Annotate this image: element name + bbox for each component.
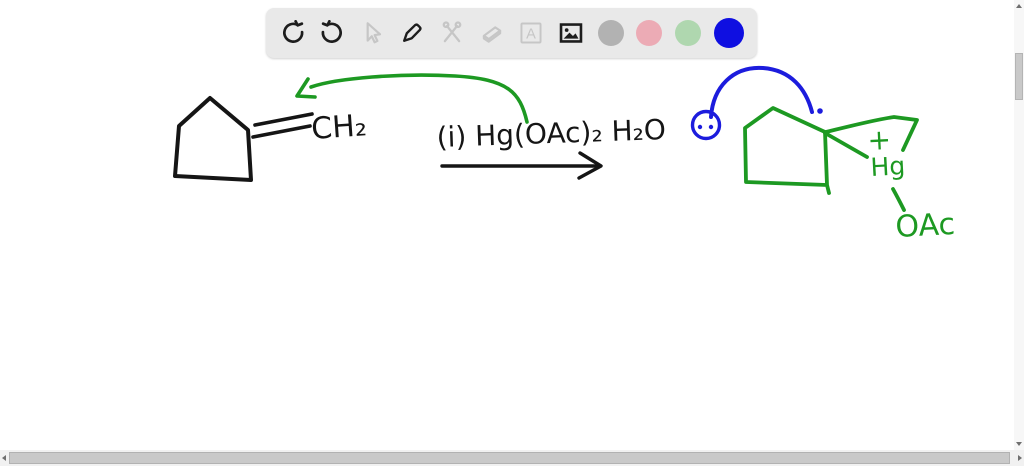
select-cursor-button[interactable] — [359, 20, 386, 47]
color-swatch-green[interactable] — [675, 20, 702, 46]
scroll-left-icon[interactable] — [2, 455, 6, 461]
blue-color-circle — [713, 18, 744, 48]
drawing-toolbar: A — [266, 8, 757, 58]
vertical-scrollbar[interactable] — [1014, 0, 1024, 450]
pen-icon — [402, 23, 422, 42]
eraser-button[interactable] — [478, 20, 505, 47]
insert-image-button[interactable] — [558, 20, 585, 47]
whiteboard-canvas[interactable]: CH₂ (i) Hg(OAc)₂ H₂O + Hg OAc — [0, 0, 1024, 466]
reagent-text: (i) Hg(OAc)₂ H₂O — [436, 113, 666, 154]
horizontal-scrollbar[interactable] — [0, 450, 1024, 466]
horizontal-scrollbar-thumb[interactable] — [9, 452, 1010, 464]
green-color-circle — [675, 20, 702, 46]
redo-icon — [321, 20, 343, 43]
double-bond — [251, 112, 314, 139]
vertical-scrollbar-thumb[interactable] — [1015, 53, 1023, 100]
reactant-label: CH₂ — [310, 108, 368, 147]
reactant-structure — [173, 96, 314, 182]
scroll-right-icon[interactable] — [1018, 455, 1022, 461]
undo-button[interactable] — [279, 20, 306, 47]
scroll-down-icon[interactable] — [1016, 442, 1022, 446]
color-swatch-blue-selected[interactable] — [713, 18, 744, 48]
redo-button[interactable] — [319, 20, 346, 47]
text-tool-icon: A — [520, 22, 542, 44]
product-ring — [743, 106, 831, 195]
text-tool-button[interactable]: A — [518, 20, 545, 47]
reaction-arrow — [440, 151, 603, 180]
oac-label: OAc — [895, 207, 956, 245]
undo-icon — [282, 20, 303, 43]
cursor-icon — [366, 22, 382, 44]
pink-color-circle — [636, 20, 663, 46]
color-swatch-pink[interactable] — [636, 20, 663, 46]
eraser-icon — [482, 26, 501, 43]
hg-label: Hg — [870, 151, 906, 182]
gray-color-circle — [597, 20, 624, 46]
blue-arrow-end-dot — [817, 108, 823, 114]
hg-oac-bond — [891, 187, 906, 212]
pen-button[interactable] — [398, 20, 425, 47]
image-icon — [559, 23, 583, 43]
crossed-tools-icon — [442, 21, 462, 43]
shape-tools-button[interactable] — [438, 20, 465, 47]
scroll-up-icon[interactable] — [1016, 4, 1022, 8]
cyclopentane-ring — [173, 96, 253, 182]
color-swatch-gray[interactable] — [597, 20, 624, 46]
text-tool-glyph: A — [527, 26, 537, 42]
lone-pair-circle — [690, 109, 722, 141]
